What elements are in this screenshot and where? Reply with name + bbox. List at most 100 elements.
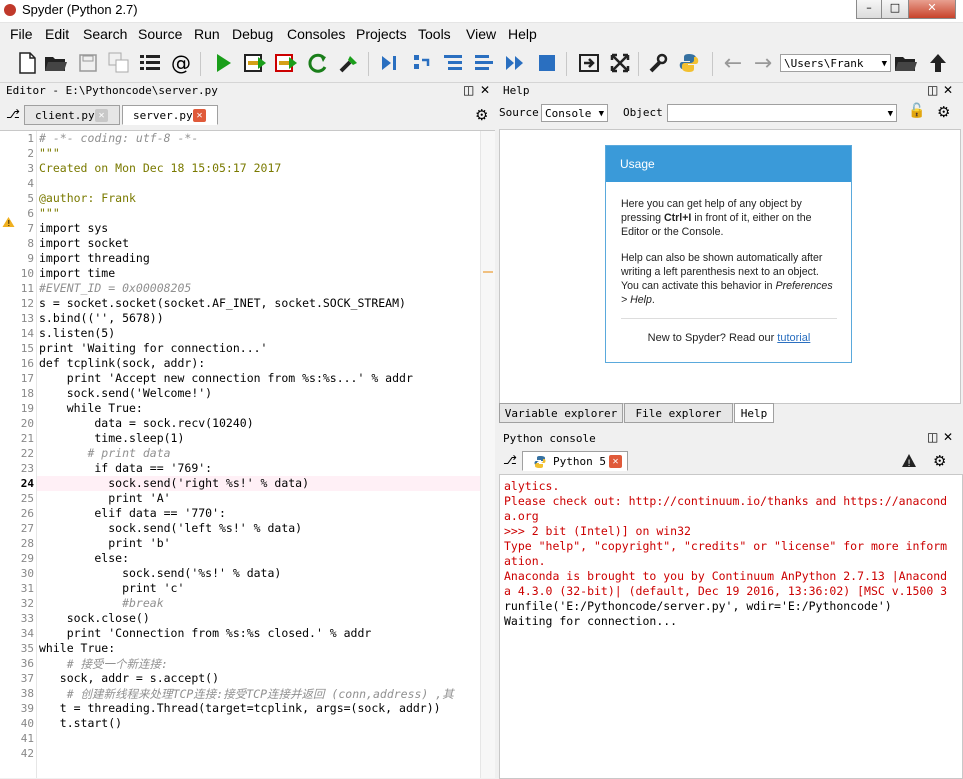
menu-file[interactable]: File (10, 26, 33, 42)
close-tab-icon[interactable]: ✕ (609, 455, 622, 468)
line-number: 42 (20, 747, 34, 760)
gear-icon[interactable]: ⚙ (475, 106, 488, 124)
preferences-wrench-icon[interactable] (645, 50, 671, 76)
code-line: time.sleep(1) (39, 431, 185, 445)
title-bar: Spyder (Python 2.7) – □ ✕ (0, 0, 963, 23)
parent-directory-icon[interactable] (925, 50, 951, 76)
tab-label: client.py (35, 109, 95, 122)
line-number: 39 (20, 702, 34, 715)
warning-icon[interactable]: ! (901, 453, 917, 468)
run-icon[interactable] (210, 50, 236, 76)
run-cell-advance-icon[interactable] (273, 50, 299, 76)
at-sign-icon[interactable]: @ (168, 50, 194, 76)
svg-text:!: ! (907, 459, 911, 468)
code-line: import time (39, 266, 116, 280)
close-pane-icon[interactable]: ✕ (943, 430, 953, 444)
undock-icon[interactable]: ◫ (927, 430, 938, 444)
console-line: Type "help", "copyright", "credits" or "… (504, 539, 948, 553)
tab-help[interactable]: Help (734, 403, 774, 423)
close-pane-icon[interactable]: ✕ (480, 83, 490, 97)
python-path-icon[interactable] (676, 50, 702, 76)
console-line: ation. (504, 554, 546, 568)
help-pane: Help ◫ ✕ Source Console ▼ Object ▼ 🔓 ⚙ U… (497, 83, 963, 428)
code-line: #EVENT_ID = 0x00008205 (39, 281, 192, 295)
fullscreen-icon[interactable] (607, 50, 633, 76)
code-line: s.bind(('', 5678)) (39, 311, 164, 325)
code-editor[interactable]: ! 1 2 3 4 5 6 7 8 9 10 11 12 13 14 15 16… (0, 130, 495, 778)
source-select[interactable]: Console ▼ (541, 104, 608, 122)
close-window-button[interactable]: ✕ (908, 0, 956, 19)
line-number: 7 (27, 222, 34, 235)
debug-icon[interactable] (377, 50, 403, 76)
maximize-pane-icon[interactable] (576, 50, 602, 76)
line-number: 34 (20, 627, 34, 640)
code-line: elif data == '770': (39, 506, 226, 520)
code-line: import threading (39, 251, 150, 265)
back-arrow-icon[interactable]: ← (720, 50, 746, 76)
menu-consoles[interactable]: Consoles (287, 26, 345, 42)
menu-bar: File Edit Search Source Run Debug Consol… (0, 23, 963, 45)
menu-debug[interactable]: Debug (232, 26, 273, 42)
menu-edit[interactable]: Edit (45, 26, 69, 42)
close-tab-icon[interactable]: ✕ (95, 109, 108, 122)
code-line: def tcplink(sock, addr): (39, 356, 206, 370)
tab-client-py[interactable]: client.py ✕ (24, 105, 120, 125)
run-config-icon[interactable] (336, 50, 362, 76)
close-tab-icon[interactable]: ✕ (193, 109, 206, 122)
line-number: 38 (20, 687, 34, 700)
browse-tabs-icon[interactable]: ⎇ (503, 453, 517, 467)
line-number: 40 (20, 717, 34, 730)
list-icon[interactable] (137, 50, 163, 76)
line-number: 14 (20, 327, 34, 340)
tab-python-console[interactable]: Python 5 ✕ (522, 451, 628, 471)
save-icon[interactable] (75, 50, 101, 76)
menu-projects[interactable]: Projects (356, 26, 407, 42)
editor-scrollbar[interactable] (480, 131, 495, 778)
stop-icon[interactable] (534, 50, 560, 76)
line-number: 36 (20, 657, 34, 670)
line-number: 41 (20, 732, 34, 745)
forward-arrow-icon[interactable]: → (750, 50, 776, 76)
menu-source[interactable]: Source (138, 26, 182, 42)
tutorial-link[interactable]: tutorial (777, 332, 810, 344)
code-line: print 'b' (39, 536, 171, 550)
maximize-button[interactable]: □ (881, 0, 909, 19)
gear-icon[interactable]: ⚙ (933, 452, 946, 470)
menu-tools[interactable]: Tools (418, 26, 451, 42)
step-into-icon[interactable] (440, 50, 466, 76)
gear-icon[interactable]: ⚙ (937, 103, 950, 121)
undock-icon[interactable]: ◫ (927, 83, 938, 97)
help-pane-title: Help (503, 84, 530, 97)
menu-view[interactable]: View (466, 26, 496, 42)
rerun-icon[interactable] (305, 50, 331, 76)
new-file-icon[interactable] (14, 50, 40, 76)
tab-file-explorer[interactable]: File explorer (624, 403, 733, 423)
object-input[interactable]: ▼ (667, 104, 897, 122)
menu-search[interactable]: Search (83, 26, 127, 42)
save-all-icon[interactable] (106, 50, 132, 76)
browse-tabs-icon[interactable]: ⎇ (6, 107, 20, 121)
continue-icon[interactable] (502, 50, 528, 76)
line-number: 26 (20, 507, 34, 520)
undock-icon[interactable]: ◫ (463, 83, 474, 97)
tab-variable-explorer[interactable]: Variable explorer (499, 403, 623, 423)
menu-help[interactable]: Help (508, 26, 537, 42)
step-return-icon[interactable] (471, 50, 497, 76)
console-output[interactable]: alytics. Please check out: http://contin… (499, 474, 963, 779)
tab-server-py[interactable]: server.py ✕ (122, 105, 218, 125)
step-icon[interactable] (409, 50, 435, 76)
browse-folder-icon[interactable] (893, 50, 919, 76)
open-folder-icon[interactable] (43, 50, 69, 76)
toolbar: @ ← → \Users\Frank ▼ (0, 46, 963, 83)
line-number: 23 (20, 462, 34, 475)
code-line: import socket (39, 236, 130, 250)
minimize-button[interactable]: – (856, 0, 882, 19)
console-pane-title: Python console (503, 432, 596, 445)
working-directory-combo[interactable]: \Users\Frank ▼ (780, 54, 891, 72)
menu-run[interactable]: Run (194, 26, 220, 42)
code-line: import sys (39, 221, 109, 235)
run-cell-icon[interactable] (242, 50, 268, 76)
close-pane-icon[interactable]: ✕ (943, 83, 953, 97)
line-number: 25 (20, 492, 34, 505)
lock-icon[interactable]: 🔓 (908, 103, 925, 119)
